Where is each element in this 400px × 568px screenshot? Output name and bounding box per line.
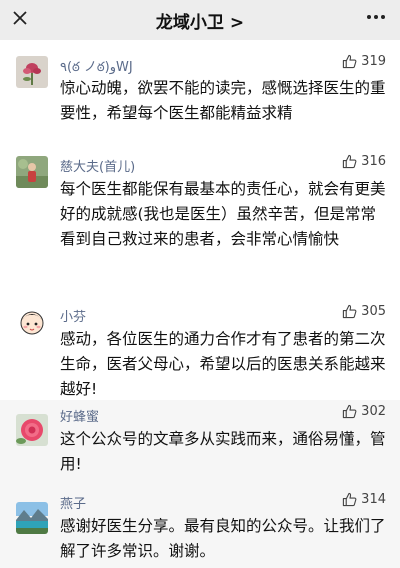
avatar[interactable] xyxy=(16,306,48,338)
page-title[interactable]: 龙域小卫 > xyxy=(0,8,400,33)
comment-card: ٩(ఠ ノఠ)وWJ 319 惊心动魄，欲罢不能的读完，感慨选择医生的重要性，希… xyxy=(0,40,400,140)
comment-text: 感动，各位医生的通力合作才有了患者的第二次生命，医者父母心，希望以后的医患关系能… xyxy=(60,330,386,398)
like-count-value: 302 xyxy=(361,404,386,419)
avatar[interactable] xyxy=(16,502,48,534)
commenter-name[interactable]: 小芬 xyxy=(60,306,86,325)
like-count-value: 305 xyxy=(361,304,386,319)
comment-feed[interactable]: ٩(ఠ ノఠ)وWJ 319 惊心动魄，欲罢不能的读完，感慨选择医生的重要性，希… xyxy=(0,40,400,568)
avatar[interactable] xyxy=(16,156,48,188)
like-count-value: 314 xyxy=(361,492,386,507)
comment-card: 小芬 305 感动，各位医生的通力合作才有了患者的第二次生命，医者父母心，希望以… xyxy=(0,290,400,400)
like-count[interactable]: 314 xyxy=(342,492,386,507)
avatar[interactable] xyxy=(16,56,48,88)
thumbs-up-icon[interactable] xyxy=(342,492,357,507)
like-count-value: 316 xyxy=(361,154,386,169)
comment-text: 这个公众号的文章多从实践而来，通俗易懂，管用! xyxy=(60,430,386,473)
comment-card: 慈大夫(首儿) 316 每个医生都能保有最基本的责任心，就会有更美好的成就感(我… xyxy=(0,140,400,290)
like-count[interactable]: 316 xyxy=(342,154,386,169)
thumbs-up-icon[interactable] xyxy=(342,304,357,319)
commenter-name[interactable]: ٩(ఠ ノఠ)وWJ xyxy=(60,56,133,78)
comment-text: 每个医生都能保有最基本的责任心，就会有更美好的成就感(我也是医生）虽然辛苦，但是… xyxy=(60,180,386,248)
top-bar: 龙域小卫 > xyxy=(0,0,400,40)
comment-card: 燕子 314 感谢好医生分享。最有良知的公众号。让我们了解了许多常识。谢谢。 xyxy=(0,488,400,568)
more-options-icon[interactable] xyxy=(366,11,386,23)
thumbs-up-icon[interactable] xyxy=(342,154,357,169)
like-count[interactable]: 305 xyxy=(342,304,386,319)
thumbs-up-icon[interactable] xyxy=(342,54,357,69)
like-count-value: 319 xyxy=(361,54,386,69)
like-count[interactable]: 302 xyxy=(342,404,386,419)
avatar[interactable] xyxy=(16,414,48,446)
comment-text: 惊心动魄，欲罢不能的读完，感慨选择医生的重要性，希望每个医生都能精益求精 xyxy=(60,79,386,122)
comment-text: 感谢好医生分享。最有良知的公众号。让我们了解了许多常识。谢谢。 xyxy=(60,517,386,560)
commenter-name[interactable]: 慈大夫(首儿) xyxy=(60,156,135,175)
commenter-name[interactable]: 好蜂蜜 xyxy=(60,406,99,425)
thumbs-up-icon[interactable] xyxy=(342,404,357,419)
commenter-name[interactable]: 燕子 xyxy=(60,493,86,512)
like-count[interactable]: 319 xyxy=(342,54,386,69)
comment-card: 好蜂蜜 302 这个公众号的文章多从实践而来，通俗易懂，管用! xyxy=(0,400,400,488)
